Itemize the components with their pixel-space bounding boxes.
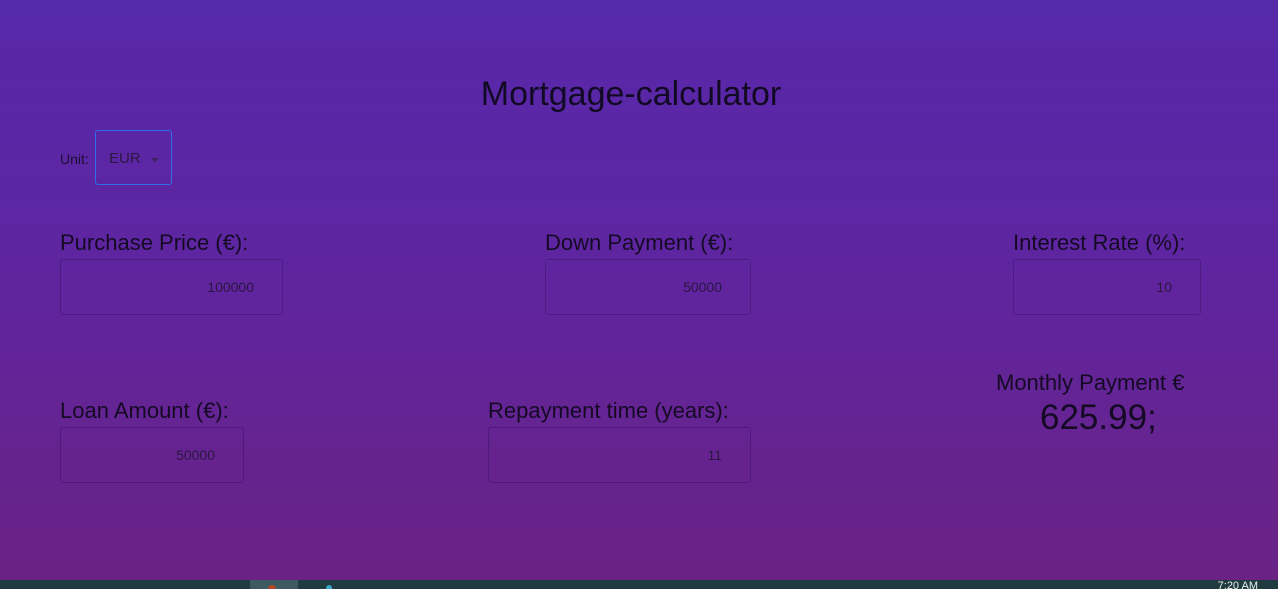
- taskbar: 7:20 AM: [0, 580, 1278, 589]
- loan-amount-label: Loan Amount (€):: [60, 398, 229, 423]
- browser-icon[interactable]: [268, 585, 276, 589]
- page-title: Mortgage-calculator: [480, 75, 782, 113]
- edge-icon[interactable]: [326, 585, 332, 589]
- monthly-payment-value: 625.99;: [1040, 398, 1157, 437]
- down-payment-label: Down Payment (€):: [545, 230, 734, 255]
- unit-label: Unit:: [60, 151, 89, 167]
- interest-rate-value: 10: [1156, 279, 1172, 295]
- repayment-time-label: Repayment time (years):: [488, 398, 729, 423]
- interest-rate-label: Interest Rate (%):: [1013, 230, 1186, 255]
- loan-amount-input[interactable]: 50000: [60, 427, 244, 483]
- purchase-price-label: Purchase Price (€):: [60, 230, 249, 255]
- unit-select-value: EUR: [109, 150, 141, 167]
- mortgage-calculator-app: Mortgage-calculator Unit: EUR Purchase P…: [0, 0, 1278, 580]
- down-payment-input[interactable]: 50000: [545, 259, 751, 315]
- unit-select[interactable]: EUR: [95, 130, 172, 185]
- down-payment-value: 50000: [683, 279, 722, 295]
- loan-amount-value: 50000: [176, 447, 215, 463]
- chevron-down-icon: [151, 158, 159, 162]
- taskbar-clock[interactable]: 7:20 AM: [1218, 581, 1258, 589]
- purchase-price-value: 100000: [207, 279, 254, 295]
- purchase-price-input[interactable]: 100000: [60, 259, 283, 315]
- interest-rate-input[interactable]: 10: [1013, 259, 1201, 315]
- repayment-time-input[interactable]: 11: [488, 427, 751, 483]
- monthly-payment-label: Monthly Payment €: [996, 370, 1185, 395]
- repayment-time-value: 11: [707, 447, 722, 463]
